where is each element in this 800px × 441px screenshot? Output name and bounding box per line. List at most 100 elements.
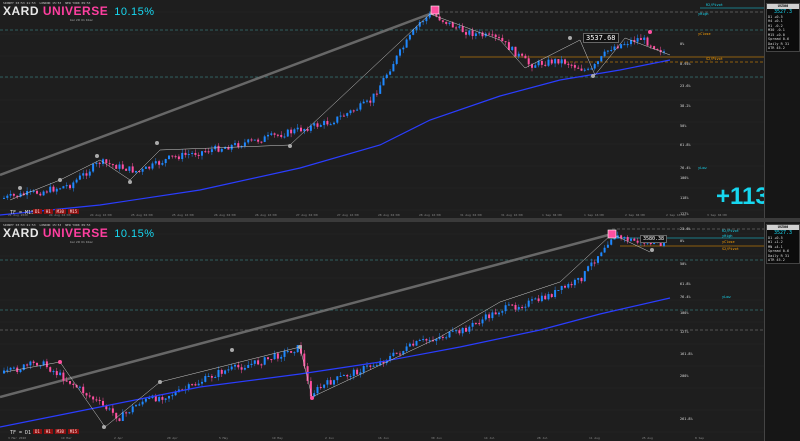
time-axis: 3 Mar 2020 19 Mar 2 Apr 20 Apr 5 May 19 May 2 … — [0, 436, 764, 441]
bottom-chart-pane[interactable]: SIDNEY 03:53 21:53 LONDON 15:53 NEW YORK 0… — [0, 222, 764, 441]
time-tick: 26 Aug 16:00 — [255, 213, 277, 217]
candle-body — [554, 290, 557, 298]
candle-body — [580, 277, 583, 282]
candle-body — [392, 352, 395, 357]
candle-body — [197, 154, 200, 156]
candle-body — [55, 188, 58, 192]
candle-body — [504, 41, 507, 43]
candle-body — [550, 59, 553, 64]
candle-body — [270, 359, 273, 361]
candle-body — [158, 161, 161, 165]
tf-button[interactable]: M15 — [67, 429, 80, 434]
swing-point — [568, 36, 572, 40]
candle-body — [517, 53, 520, 57]
candle-body — [415, 341, 418, 346]
swing-point — [102, 425, 106, 429]
candle-body — [425, 339, 428, 341]
candle-body — [214, 377, 217, 379]
candle-body — [600, 56, 603, 62]
bottom-price-scale[interactable]: US500 3527.3 D1 +0.5 W1 +1.2 MN +4.1 Spr… — [764, 222, 800, 441]
time-tick: 26 Aug 04:00 — [214, 213, 236, 217]
candle-body — [408, 343, 411, 347]
candle-body — [62, 372, 65, 381]
candle-body — [214, 145, 217, 150]
candle-body — [356, 109, 359, 111]
candle-body — [587, 266, 590, 272]
candle-body — [606, 50, 609, 52]
candle-body — [138, 404, 141, 406]
candle-body — [135, 170, 137, 173]
candle-body — [448, 22, 451, 24]
candle-body — [194, 384, 197, 386]
level-tag: yHigh — [698, 12, 709, 16]
candle-body — [610, 49, 613, 51]
candle-body — [534, 65, 537, 68]
candle-body — [468, 326, 471, 332]
candle-body — [511, 304, 514, 306]
fibo-level: 118% — [680, 196, 689, 200]
candle-body — [108, 163, 111, 165]
candle-body — [161, 163, 164, 165]
fibo-level: 50% — [680, 262, 687, 266]
candle-body — [75, 179, 78, 183]
top-price-scale[interactable]: US500 3527.3 D1 +0.5 H4 +0.1 H1 -0.2 M30… — [764, 0, 800, 218]
candle-body — [389, 71, 392, 75]
candle-body — [564, 285, 566, 288]
candle-body — [458, 26, 461, 28]
candle-body — [402, 47, 405, 50]
swing-point — [648, 30, 652, 34]
swing-point — [58, 178, 62, 182]
candle-body — [164, 159, 167, 164]
candle-body — [372, 93, 375, 103]
candle-body — [121, 412, 124, 421]
time-tick: 2 Apr — [114, 436, 124, 440]
candle-body — [267, 134, 269, 137]
swing-point — [591, 74, 595, 78]
candle-body — [385, 74, 388, 78]
candle-body — [187, 153, 190, 155]
candle-body — [646, 37, 649, 46]
candle-body — [333, 122, 335, 125]
candle-body — [253, 139, 256, 141]
candle-body — [95, 162, 98, 164]
tf-button[interactable]: D1 — [33, 429, 42, 434]
candle-body — [412, 343, 415, 346]
candle-body — [250, 139, 253, 141]
candle-body — [181, 152, 184, 160]
candle-body — [405, 39, 408, 48]
candle-body — [158, 397, 161, 402]
candle-body — [504, 305, 507, 312]
candle-body — [191, 152, 194, 154]
top-chart-pane[interactable]: SIDNEY 03:53 21:53 LONDON 15:53 NEW YORK 0… — [0, 0, 764, 218]
top-chart-canvas[interactable] — [0, 0, 764, 218]
candle-body — [22, 364, 25, 371]
candle-body — [78, 386, 81, 388]
candle-body — [547, 59, 550, 66]
candle-body — [606, 244, 609, 248]
candle-body — [240, 367, 243, 370]
tf-button[interactable]: H1 — [43, 429, 53, 434]
candle-body — [276, 353, 279, 359]
candle-body — [118, 164, 121, 169]
level-tag: R2/Pivot — [722, 229, 739, 233]
candle-body — [501, 37, 504, 42]
candle-body — [478, 323, 481, 325]
fibo-level: 23.6% — [680, 84, 691, 88]
bottom-chart-canvas[interactable] — [0, 222, 764, 441]
candle-body — [204, 151, 207, 153]
candle-body — [234, 364, 236, 367]
time-tick: 5 May — [219, 436, 229, 440]
candle-body — [534, 298, 537, 300]
candle-body — [597, 61, 599, 65]
candle-body — [455, 27, 458, 29]
candle-body — [72, 182, 75, 189]
level-tag: yLow — [698, 166, 707, 170]
candle-body — [257, 360, 260, 365]
moving-average — [0, 297, 671, 428]
candle-body — [560, 285, 563, 291]
candle-body — [577, 277, 580, 280]
candle-body — [144, 398, 147, 402]
candle-body — [329, 380, 332, 385]
candle-body — [290, 129, 293, 134]
tf-button[interactable]: M30 — [54, 429, 66, 434]
